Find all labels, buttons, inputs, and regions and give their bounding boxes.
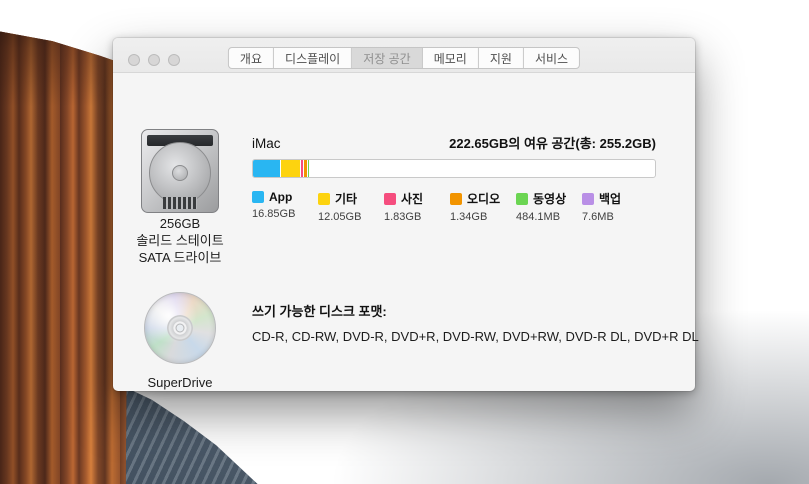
legend-label: App (269, 190, 292, 204)
device-column: 256GB 솔리드 스테이트 SATA 드라이브 SuperDrive (113, 73, 247, 390)
storage-pane: 256GB 솔리드 스테이트 SATA 드라이브 SuperDrive iMac… (113, 73, 695, 390)
legend-value: 484.1MB (516, 211, 582, 223)
tab-displays[interactable]: 디스플레이 (274, 48, 352, 68)
legend-label: 백업 (599, 190, 621, 207)
traffic-lights (128, 60, 180, 72)
legend-swatch (252, 191, 264, 203)
bar-segment-동영상[interactable] (308, 160, 309, 177)
legend-value: 12.05GB (318, 211, 384, 223)
legend-label: 동영상 (533, 190, 566, 207)
drive-type-line2: SATA 드라이브 (113, 249, 247, 266)
legend-label: 사진 (401, 190, 423, 207)
tab-support[interactable]: 지원 (479, 48, 524, 68)
writable-formats-title: 쓰기 가능한 디스크 포맷: (252, 301, 387, 320)
legend-value: 16.85GB (252, 208, 318, 220)
close-button[interactable] (128, 54, 140, 66)
legend-value: 1.83GB (384, 211, 450, 223)
toolbar-tabs: 개요 디스플레이 저장 공간 메모리 지원 서비스 (228, 47, 580, 69)
tab-overview[interactable]: 개요 (229, 48, 274, 68)
device-name: iMac (252, 136, 281, 151)
bar-segment-오디오[interactable] (304, 160, 306, 177)
drive-size: 256GB (113, 215, 247, 232)
legend-item-백업: 백업 7.6MB (582, 190, 621, 223)
legend-value: 1.34GB (450, 211, 516, 223)
superdrive-label: SuperDrive (113, 375, 247, 390)
legend-swatch (582, 193, 594, 205)
drive-type-line1: 솔리드 스테이트 (113, 232, 247, 249)
legend-swatch (516, 193, 528, 205)
storage-legend: App 16.85GB 기타 12.05GB 사진 1.83GB 오디오 1.34GB 동영상 4… (252, 190, 621, 223)
writable-formats-list: CD-R, CD-RW, DVD-R, DVD+R, DVD-RW, DVD+R… (252, 329, 699, 344)
legend-value: 7.6MB (582, 211, 621, 223)
bar-segment-App[interactable] (253, 160, 280, 177)
legend-item-App: App 16.85GB (252, 190, 318, 223)
legend-item-오디오: 오디오 1.34GB (450, 190, 516, 223)
about-this-mac-window: 개요 디스플레이 저장 공간 메모리 지원 서비스 256GB 솔리드 스테이트… (113, 38, 695, 391)
bar-segment-사진[interactable] (301, 160, 304, 177)
legend-swatch (318, 193, 330, 205)
storage-header-row: iMac 222.65GB의 여유 공간(총: 255.2GB) (252, 133, 656, 152)
tab-memory[interactable]: 메모리 (423, 48, 479, 68)
tab-service[interactable]: 서비스 (524, 48, 579, 68)
internal-drive-icon (141, 129, 219, 213)
legend-swatch (384, 193, 396, 205)
legend-label: 기타 (335, 190, 357, 207)
zoom-button[interactable] (168, 54, 180, 66)
minimize-button[interactable] (148, 54, 160, 66)
legend-label: 오디오 (467, 190, 500, 207)
legend-swatch (450, 193, 462, 205)
bar-segment-기타[interactable] (281, 160, 300, 177)
legend-item-사진: 사진 1.83GB (384, 190, 450, 223)
legend-item-동영상: 동영상 484.1MB (516, 190, 582, 223)
legend-item-기타: 기타 12.05GB (318, 190, 384, 223)
storage-usage-bar (252, 159, 656, 178)
free-space-text: 222.65GB의 여유 공간(총: 255.2GB) (449, 133, 656, 152)
drive-caption: 256GB 솔리드 스테이트 SATA 드라이브 (113, 215, 247, 266)
superdrive-icon (144, 292, 216, 364)
window-titlebar[interactable]: 개요 디스플레이 저장 공간 메모리 지원 서비스 (113, 38, 695, 73)
tab-storage[interactable]: 저장 공간 (352, 48, 423, 68)
